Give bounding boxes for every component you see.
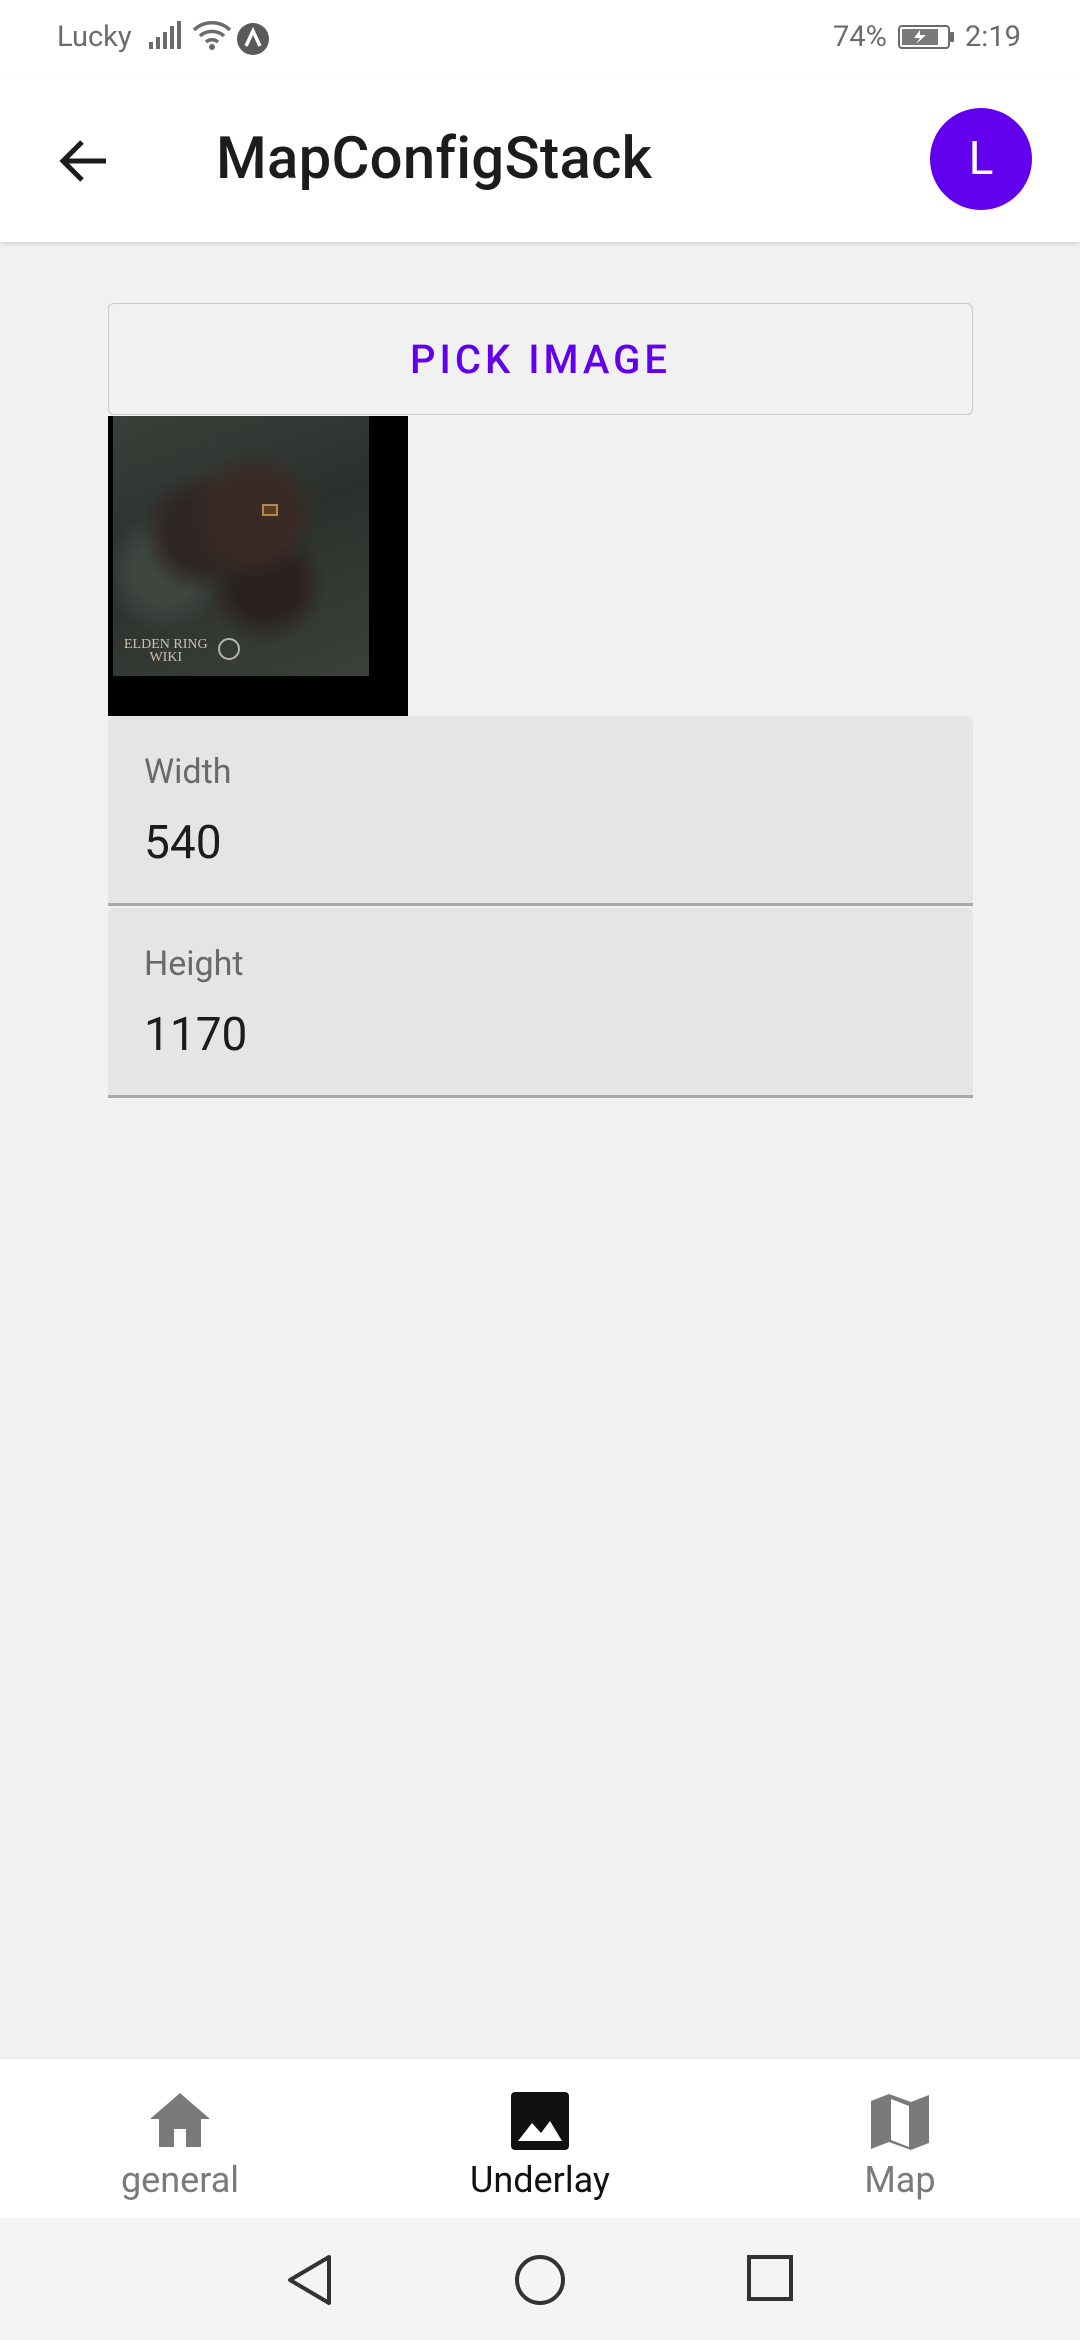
underlay-image-preview: ELDEN RING WIKI xyxy=(108,416,408,716)
height-input[interactable]: 1170 xyxy=(144,1008,247,1062)
nav-item-general[interactable]: general xyxy=(60,2059,300,2219)
nav-item-map[interactable]: Map xyxy=(780,2059,1020,2219)
height-label: Height xyxy=(144,944,244,984)
avatar[interactable]: L xyxy=(930,108,1032,210)
signal-icon xyxy=(148,20,184,58)
height-field[interactable]: Height 1170 xyxy=(108,908,973,1098)
battery-percent: 74% xyxy=(833,20,887,54)
page-title: MapConfigStack xyxy=(216,125,653,193)
nav-label-underlay: Underlay xyxy=(470,2159,610,2201)
recents-square-icon[interactable] xyxy=(746,2254,794,2306)
system-navigation-bar xyxy=(0,2218,1080,2340)
nav-label-map: Map xyxy=(864,2159,936,2201)
map-icon xyxy=(869,2091,931,2157)
back-button[interactable] xyxy=(50,129,118,193)
image-icon xyxy=(510,2091,570,2155)
width-label: Width xyxy=(144,752,232,792)
emblem-icon xyxy=(218,638,240,660)
home-icon xyxy=(148,2091,212,2153)
battery-icon xyxy=(898,24,956,58)
app-bar: MapConfigStack L xyxy=(0,76,1080,242)
screen: Lucky 74% 2:19 MapConfigStack L PICK IMA… xyxy=(0,0,1080,2340)
wifi-icon xyxy=(192,18,232,60)
carrier-name: Lucky xyxy=(57,20,132,54)
clock: 2:19 xyxy=(965,20,1021,54)
width-field[interactable]: Width 540 xyxy=(108,716,973,906)
status-bar: Lucky 74% 2:19 xyxy=(0,0,1080,76)
pick-image-button[interactable]: PICK IMAGE xyxy=(108,303,973,415)
map-marker-icon xyxy=(262,504,278,516)
nav-label-general: general xyxy=(120,2159,240,2201)
nav-item-underlay[interactable]: Underlay xyxy=(420,2059,660,2219)
bottom-navigation: general Underlay Map xyxy=(0,2058,1080,2218)
back-triangle-icon[interactable] xyxy=(285,2254,335,2310)
arrow-left-icon xyxy=(59,140,106,182)
navigation-status-icon xyxy=(236,22,270,64)
width-input[interactable]: 540 xyxy=(144,816,222,870)
wiki-logo: ELDEN RING WIKI xyxy=(124,637,208,665)
home-circle-icon[interactable] xyxy=(514,2254,566,2310)
